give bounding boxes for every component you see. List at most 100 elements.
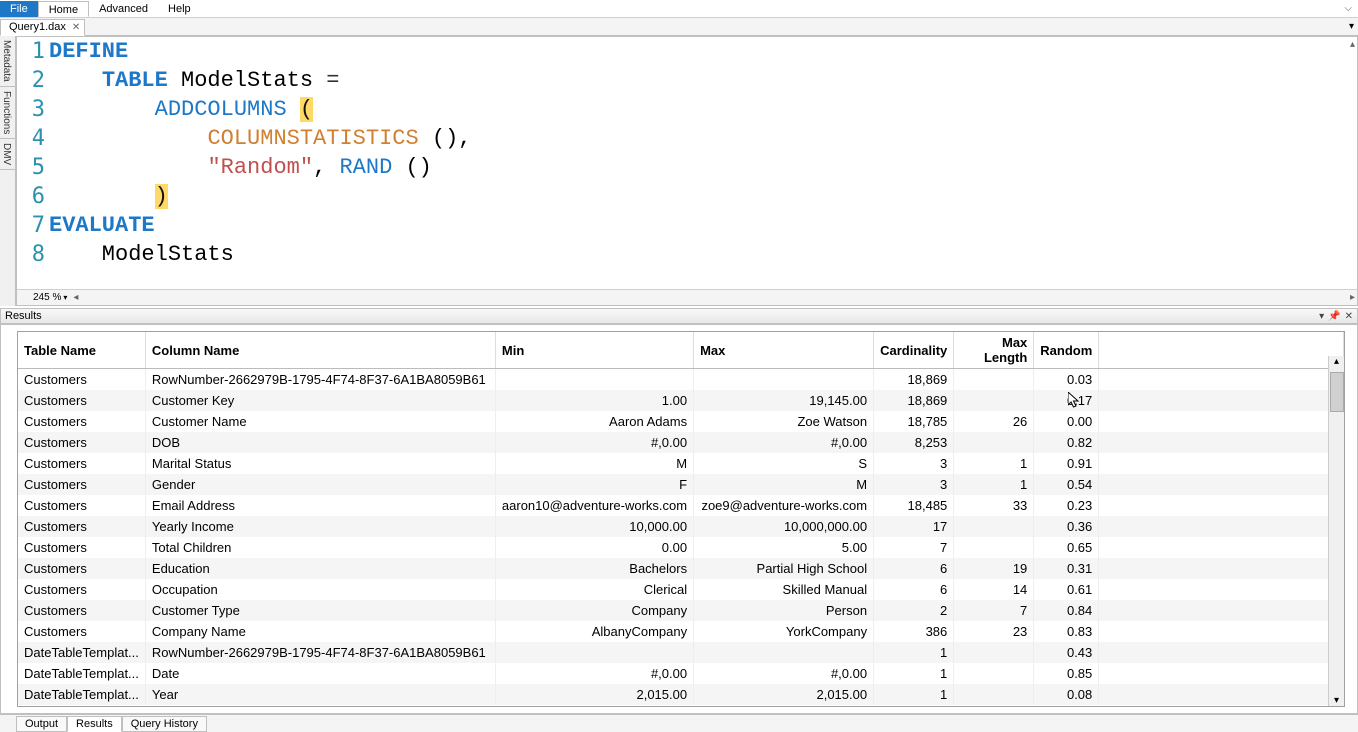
table-cell[interactable]: 0.85: [1034, 663, 1099, 684]
table-cell[interactable]: Bachelors: [495, 558, 693, 579]
column-header[interactable]: Random: [1034, 332, 1099, 369]
table-cell[interactable]: Customer Type: [145, 600, 495, 621]
zoom-control[interactable]: 245 % ▾: [33, 292, 67, 303]
table-cell[interactable]: DateTableTemplat...: [18, 684, 145, 705]
table-cell[interactable]: 2,015.00: [495, 684, 693, 705]
table-cell[interactable]: 18,785: [874, 411, 954, 432]
table-cell[interactable]: Customers: [18, 432, 145, 453]
table-cell[interactable]: 10,000,000.00: [694, 516, 874, 537]
table-cell[interactable]: 7: [874, 537, 954, 558]
table-cell[interactable]: AlbanyCompany: [495, 621, 693, 642]
table-cell[interactable]: Email Address: [145, 495, 495, 516]
table-cell[interactable]: Year: [145, 684, 495, 705]
table-row[interactable]: CustomersGenderFM310.54: [18, 474, 1344, 495]
table-cell[interactable]: Education: [145, 558, 495, 579]
table-cell[interactable]: YorkCompany: [694, 621, 874, 642]
table-cell[interactable]: 0.00: [495, 537, 693, 558]
table-cell[interactable]: 3: [874, 453, 954, 474]
table-cell[interactable]: 0.31: [1034, 558, 1099, 579]
table-cell[interactable]: 19,145.00: [694, 390, 874, 411]
table-cell[interactable]: DateTableTemplat...: [18, 642, 145, 663]
table-row[interactable]: DateTableTemplat...Date#,0.00#,0.0010.85: [18, 663, 1344, 684]
table-cell[interactable]: [954, 663, 1034, 684]
table-cell[interactable]: 5.00: [694, 537, 874, 558]
column-header[interactable]: Min: [495, 332, 693, 369]
table-cell[interactable]: 0.54: [1034, 474, 1099, 495]
table-cell[interactable]: 1: [954, 474, 1034, 495]
table-cell[interactable]: [954, 516, 1034, 537]
table-cell[interactable]: aaron10@adventure-works.com: [495, 495, 693, 516]
column-header[interactable]: Table Name: [18, 332, 145, 369]
table-cell[interactable]: 1.00: [495, 390, 693, 411]
table-row[interactable]: DateTableTemplat...RowNumber-2662979B-17…: [18, 642, 1344, 663]
scroll-down-arrow-icon[interactable]: ▾: [1334, 695, 1339, 706]
table-cell[interactable]: 17: [874, 516, 954, 537]
table-row[interactable]: CustomersEmail Addressaaron10@adventure-…: [18, 495, 1344, 516]
column-header[interactable]: Cardinality: [874, 332, 954, 369]
code-line[interactable]: "Random", RAND (): [49, 153, 1357, 182]
scroll-up-icon[interactable]: ▴: [1350, 39, 1355, 50]
menu-file[interactable]: File: [0, 1, 38, 17]
table-cell[interactable]: Customers: [18, 390, 145, 411]
table-cell[interactable]: Customers: [18, 537, 145, 558]
table-row[interactable]: CustomersMarital StatusMS310.91: [18, 453, 1344, 474]
table-cell[interactable]: [495, 642, 693, 663]
table-row[interactable]: CustomersTotal Children0.005.0070.65: [18, 537, 1344, 558]
table-cell[interactable]: Customers: [18, 621, 145, 642]
table-cell[interactable]: 2: [874, 600, 954, 621]
grid-vertical-scrollbar[interactable]: ▴ ▾: [1328, 356, 1344, 706]
table-cell[interactable]: 6: [874, 558, 954, 579]
table-cell[interactable]: 0.83: [1034, 621, 1099, 642]
table-cell[interactable]: S: [694, 453, 874, 474]
table-row[interactable]: CustomersRowNumber-2662979B-1795-4F74-8F…: [18, 369, 1344, 390]
table-cell[interactable]: [694, 642, 874, 663]
close-icon[interactable]: ✕: [72, 22, 80, 33]
table-cell[interactable]: 0.36: [1034, 516, 1099, 537]
table-row[interactable]: CustomersOccupationClericalSkilled Manua…: [18, 579, 1344, 600]
table-cell[interactable]: Customers: [18, 516, 145, 537]
table-row[interactable]: CustomersYearly Income10,000.0010,000,00…: [18, 516, 1344, 537]
table-cell[interactable]: Skilled Manual: [694, 579, 874, 600]
code-line[interactable]: COLUMNSTATISTICS (),: [49, 124, 1357, 153]
table-cell[interactable]: 7: [954, 600, 1034, 621]
table-cell[interactable]: Customers: [18, 369, 145, 390]
table-cell[interactable]: Company: [495, 600, 693, 621]
table-cell[interactable]: DateTableTemplat...: [18, 663, 145, 684]
table-cell[interactable]: [954, 684, 1034, 705]
table-cell[interactable]: Customer Name: [145, 411, 495, 432]
table-cell[interactable]: Company Name: [145, 621, 495, 642]
table-cell[interactable]: 0.43: [1034, 642, 1099, 663]
table-cell[interactable]: DOB: [145, 432, 495, 453]
side-tab-functions[interactable]: Functions: [0, 87, 15, 139]
table-cell[interactable]: 0.03: [1034, 369, 1099, 390]
table-cell[interactable]: Customers: [18, 558, 145, 579]
table-cell[interactable]: 33: [954, 495, 1034, 516]
document-tab[interactable]: Query1.dax ✕: [0, 19, 85, 36]
table-cell[interactable]: Customer Key: [145, 390, 495, 411]
code-editor[interactable]: ▴ 12345678 DEFINE TABLE ModelStats = ADD…: [16, 36, 1358, 306]
table-cell[interactable]: #,0.00: [694, 663, 874, 684]
hscroll-left-icon[interactable]: ◂: [73, 292, 78, 303]
table-cell[interactable]: [495, 369, 693, 390]
table-cell[interactable]: 23: [954, 621, 1034, 642]
panel-close-icon[interactable]: ✕: [1345, 311, 1353, 322]
table-cell[interactable]: 0.23: [1034, 495, 1099, 516]
table-cell[interactable]: 0.17: [1034, 390, 1099, 411]
column-header[interactable]: Column Name: [145, 332, 495, 369]
table-cell[interactable]: Clerical: [495, 579, 693, 600]
table-cell[interactable]: Gender: [145, 474, 495, 495]
table-cell[interactable]: 19: [954, 558, 1034, 579]
menu-home[interactable]: Home: [38, 1, 89, 17]
table-cell[interactable]: 1: [874, 642, 954, 663]
table-cell[interactable]: M: [495, 453, 693, 474]
table-cell[interactable]: [954, 432, 1034, 453]
table-cell[interactable]: 18,869: [874, 390, 954, 411]
code-area[interactable]: DEFINE TABLE ModelStats = ADDCOLUMNS ( C…: [49, 37, 1357, 289]
table-cell[interactable]: [954, 537, 1034, 558]
table-cell[interactable]: Marital Status: [145, 453, 495, 474]
table-cell[interactable]: Customers: [18, 579, 145, 600]
table-cell[interactable]: 26: [954, 411, 1034, 432]
table-cell[interactable]: [954, 369, 1034, 390]
side-tab-metadata[interactable]: Metadata: [0, 36, 15, 87]
table-cell[interactable]: #,0.00: [694, 432, 874, 453]
